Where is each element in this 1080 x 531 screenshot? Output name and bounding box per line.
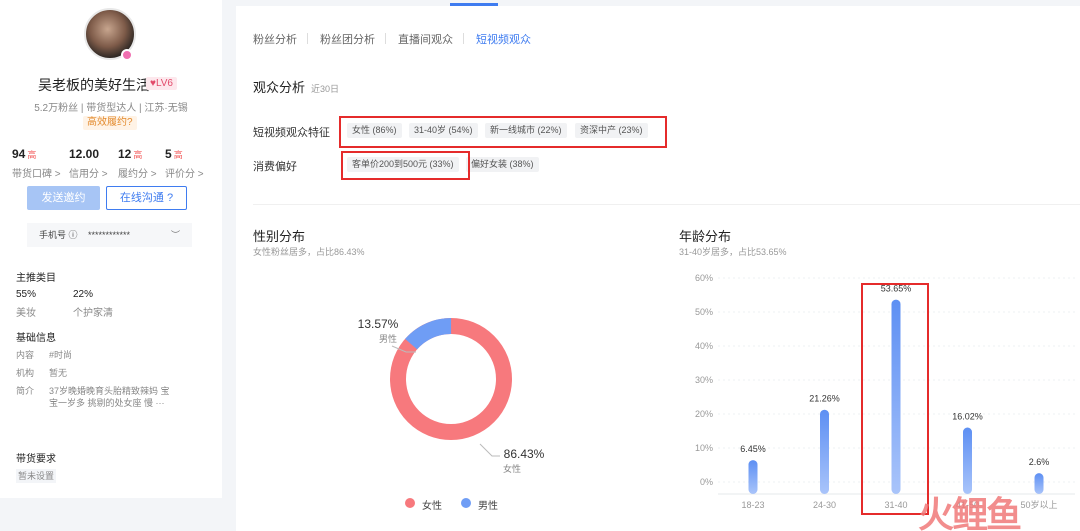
requirements-panel: 带货要求: [0, 432, 222, 498]
stat-reputation[interactable]: 94 高 带货口碑 >: [12, 145, 61, 180]
bar-value-label: 16.02%: [952, 412, 983, 422]
tab-divider: [307, 33, 308, 44]
bar-value-label: 21.26%: [809, 394, 840, 404]
bar-50岁以上[interactable]: [1034, 473, 1044, 494]
stat-fulfillment[interactable]: 12 高 履约分 >: [118, 145, 157, 180]
x-tick-label: 50岁以上: [1020, 499, 1057, 510]
audience-analysis-title: 观众分析 近30日: [253, 80, 340, 95]
bar-41-50[interactable]: [963, 427, 972, 494]
legend-male-dot: [461, 498, 471, 508]
legend-female[interactable]: 女性: [422, 497, 442, 512]
section-divider: [253, 204, 1080, 205]
requirements-title: 带货要求: [16, 454, 56, 465]
bar-18-23[interactable]: [748, 460, 758, 494]
age-highlight-box: [861, 283, 929, 515]
bar-value-label: 2.6%: [1029, 457, 1050, 467]
y-tick-label: 0%: [700, 477, 713, 487]
y-tick-label: 50%: [695, 307, 713, 317]
tab-divider: [385, 33, 386, 44]
legend-male[interactable]: 男性: [478, 497, 498, 512]
preference-highlight-box: [341, 151, 470, 180]
online-chat-button[interactable]: 在线沟通 ?: [106, 186, 187, 210]
avatar-badge-icon: [121, 49, 133, 61]
female-label: 女性: [503, 463, 521, 474]
preference-chip: 偏好女装 (38%): [466, 157, 539, 172]
stat-rating[interactable]: 5高 评价分 >: [165, 145, 204, 180]
legend-female-dot: [405, 498, 415, 508]
bar-value-label: 6.45%: [740, 444, 766, 454]
profile-panel: 吴老板的美好生活 ♥LV6 5.2万粉丝 | 带货型达人 | 江苏·无锡 高效履…: [0, 0, 222, 497]
category-item: 22% 个护家清: [73, 289, 113, 319]
info-row-content: 内容 #时尚: [16, 350, 73, 360]
tab-live-audience[interactable]: 直播间观众: [398, 31, 453, 47]
phone-label: 手机号 ⓘ: [39, 230, 78, 240]
x-tick-label: 18-23: [741, 500, 764, 510]
stat-credit[interactable]: 12.00 信用分 >: [69, 145, 108, 180]
bar-24-30[interactable]: [820, 409, 829, 494]
female-leader-line: [479, 443, 500, 457]
level-badge: ♥LV6: [146, 77, 177, 90]
age-title: 年龄分布: [679, 229, 732, 244]
male-pct-label: 13.57%: [358, 317, 399, 331]
gender-desc: 女性粉丝居多，占比86.43%: [253, 247, 365, 257]
info-row-bio-cont[interactable]: 宝一岁多 挑剔的处女座 慢 ···: [16, 396, 165, 409]
y-tick-label: 20%: [695, 409, 713, 419]
category-item: 55% 美妆: [16, 289, 37, 319]
requirements-tag: 暂未设置: [16, 469, 57, 483]
watermark-logo: 火鲤鱼: [918, 494, 1022, 531]
female-pct-label: 86.43%: [504, 447, 545, 461]
eye-closed-icon[interactable]: ︶: [171, 223, 180, 247]
feature-highlight-box: [339, 116, 667, 148]
gender-title: 性别分布: [253, 229, 306, 244]
phone-value: ************: [88, 230, 131, 240]
male-label: 男性: [379, 333, 397, 344]
y-tick-label: 10%: [695, 443, 713, 453]
send-invite-button[interactable]: 发送邀约: [27, 186, 100, 210]
tab-fans[interactable]: 粉丝分析: [253, 31, 297, 47]
tab-video-audience[interactable]: 短视频观众: [476, 31, 531, 47]
age-desc: 31-40岁居多，占比53.65%: [679, 247, 787, 257]
phone-field: 手机号 ⓘ ************ ︶: [27, 223, 192, 247]
tab-fan-club[interactable]: 粉丝团分析: [320, 31, 375, 47]
profile-subinfo: 5.2万粉丝 | 带货型达人 | 江苏·无锡: [34, 103, 188, 114]
profile-name: 吴老板的美好生活: [38, 77, 150, 93]
tab-divider: [463, 33, 464, 44]
efficient-tag[interactable]: 高效履约?: [83, 116, 137, 130]
preference-label: 消费偏好: [253, 161, 297, 173]
y-tick-label: 30%: [695, 375, 713, 385]
main-category-title: 主推类目: [16, 273, 56, 284]
gender-donut-chart: 13.57% 男性 86.43% 女性: [358, 317, 545, 474]
info-row-agency: 机构 暂无: [16, 368, 68, 378]
y-tick-label: 40%: [695, 341, 713, 351]
basic-info-title: 基础信息: [16, 333, 56, 344]
feature-label: 短视频观众特征: [253, 127, 330, 139]
y-tick-label: 60%: [695, 273, 713, 283]
x-tick-label: 24-30: [813, 500, 836, 510]
